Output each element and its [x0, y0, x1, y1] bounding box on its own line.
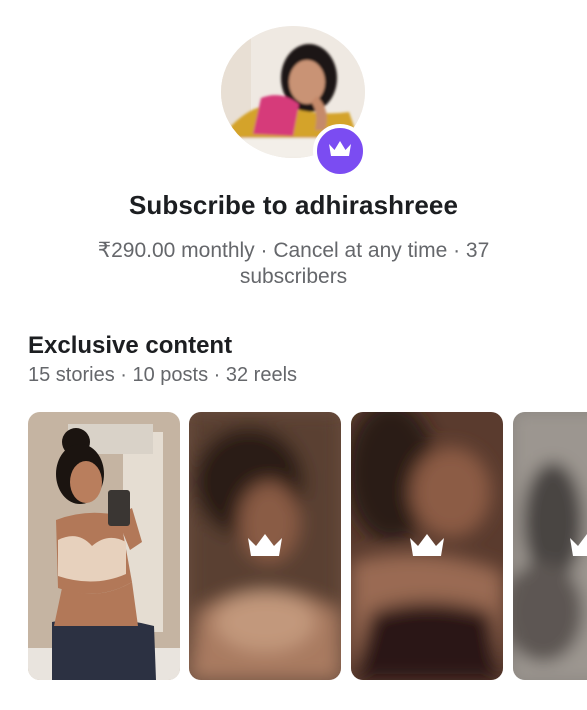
exclusive-content-counts: 15 stories · 10 posts · 32 reels [28, 364, 298, 386]
crown-icon [327, 138, 353, 165]
crown-icon [567, 530, 587, 565]
content-card-locked[interactable] [189, 412, 341, 680]
content-card-preview[interactable] [28, 412, 180, 680]
subscribe-title: Subscribe to adhirashreee [128, 190, 459, 220]
exclusive-content-heading: Exclusive content [28, 332, 233, 359]
subscription-details: ₹290.00 monthly · Cancel at any time · 3… [97, 239, 490, 288]
subscriber-badge [313, 124, 367, 178]
content-carousel[interactable] [0, 412, 587, 682]
crown-icon [407, 530, 447, 565]
content-card-locked[interactable] [351, 412, 503, 680]
profile-avatar-group [221, 26, 367, 178]
crown-icon [245, 530, 285, 565]
content-card-locked[interactable] [513, 412, 587, 680]
